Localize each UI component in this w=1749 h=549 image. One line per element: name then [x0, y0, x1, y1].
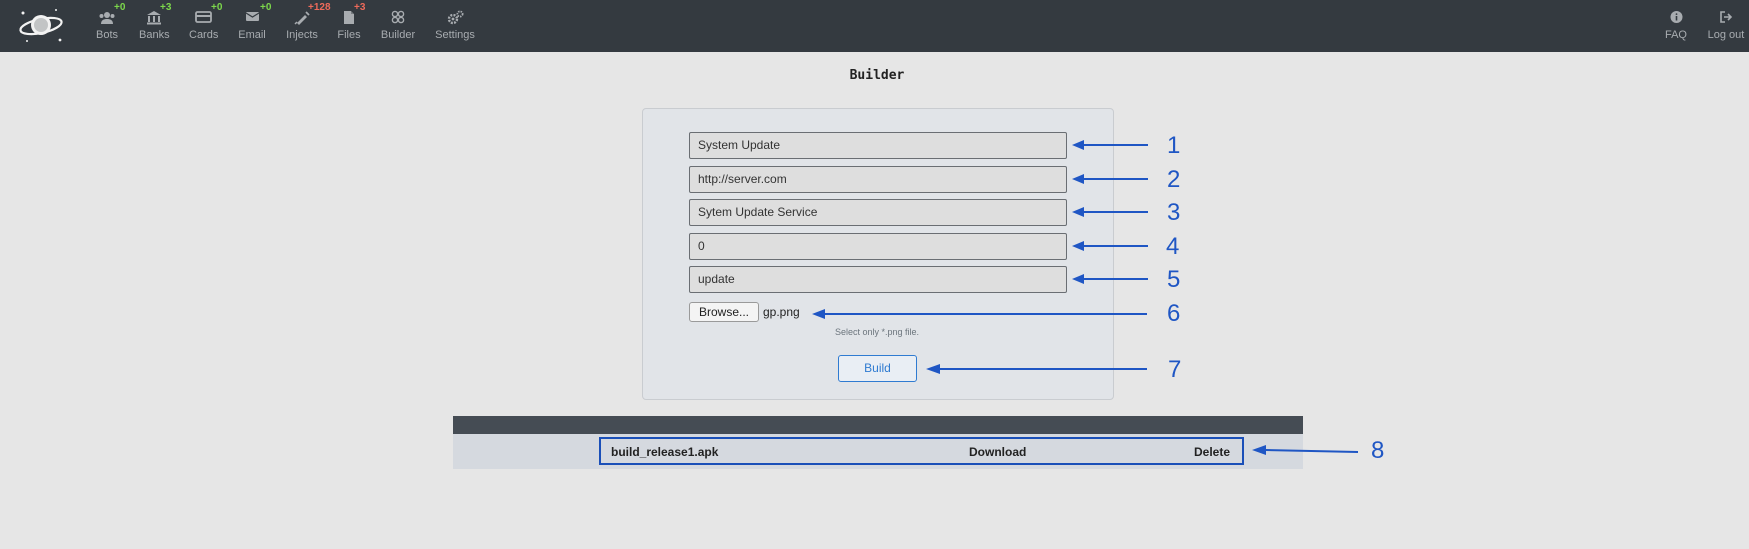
annotation-label-7: 7 — [1168, 356, 1182, 383]
app-name-field[interactable]: System Update — [689, 132, 1067, 159]
annotation-label-4: 4 — [1166, 233, 1180, 260]
users-icon: +0 — [94, 3, 125, 27]
credit-card-icon: +0 — [189, 3, 222, 27]
browse-button[interactable]: Browse... — [689, 302, 759, 322]
nav-email[interactable]: +0 Email — [238, 3, 271, 44]
nav-banks-badge: +3 — [160, 2, 172, 13]
nav-builder[interactable]: Builder — [380, 10, 416, 44]
builds-table-header — [453, 416, 1303, 434]
nav-banks[interactable]: +3 Banks — [139, 3, 171, 44]
nav-builder-label: Builder — [380, 29, 416, 41]
builder-icon — [380, 10, 416, 27]
cogs-icon — [435, 10, 475, 27]
nav-banks-label: Banks — [139, 29, 170, 41]
syringe-icon: +128 — [285, 3, 331, 27]
nav-email-badge: +0 — [260, 2, 272, 13]
selected-file-name: gp.png — [763, 305, 800, 319]
nav-files-label: Files — [337, 29, 361, 41]
service-name-field[interactable]: Sytem Update Service — [689, 199, 1067, 226]
sign-out-icon — [1707, 10, 1745, 27]
annotation-label-1: 1 — [1167, 132, 1181, 159]
tag-field[interactable]: update — [689, 266, 1067, 293]
nav-faq-label: FAQ — [1664, 29, 1687, 41]
nav-bots[interactable]: +0 Bots — [94, 3, 125, 44]
nav-cards-label: Cards — [189, 29, 219, 41]
annotation-label-6: 6 — [1167, 300, 1181, 327]
download-link[interactable]: Download — [969, 445, 1026, 459]
nav-email-label: Email — [238, 29, 266, 41]
nav-settings-label: Settings — [435, 29, 475, 41]
nav-injects-label: Injects — [286, 29, 318, 41]
nav-bots-badge: +0 — [114, 2, 126, 13]
nav-files[interactable]: +3 Files — [337, 3, 365, 44]
nav-settings[interactable]: Settings — [435, 10, 475, 44]
delete-link[interactable]: Delete — [1194, 445, 1230, 459]
envelope-icon: +0 — [238, 3, 271, 27]
top-navbar: +0 Bots +3 Banks +0 Cards +0 Email +128 … — [0, 0, 1749, 52]
planet-logo-icon[interactable] — [16, 4, 66, 46]
annotation-label-5: 5 — [1167, 266, 1181, 293]
bank-icon: +3 — [139, 3, 171, 27]
server-url-field[interactable]: http://server.com — [689, 166, 1067, 193]
annotation-label-8: 8 — [1371, 437, 1385, 464]
annotation-label-2: 2 — [1167, 166, 1181, 193]
nav-injects-badge: +128 — [308, 2, 331, 13]
nav-faq[interactable]: FAQ — [1664, 10, 1688, 44]
delay-field[interactable]: 0 — [689, 233, 1067, 260]
build-file-name: build_release1.apk — [611, 445, 719, 459]
nav-files-badge: +3 — [354, 2, 366, 13]
nav-injects[interactable]: +128 Injects — [285, 3, 331, 44]
nav-cards[interactable]: +0 Cards — [189, 3, 222, 44]
nav-bots-label: Bots — [95, 29, 118, 41]
page-title: Builder — [849, 68, 905, 83]
info-circle-icon — [1664, 10, 1688, 27]
file-hint: Select only *.png file. — [835, 327, 920, 337]
nav-logout[interactable]: Log out — [1707, 10, 1745, 44]
build-button[interactable]: Build — [838, 355, 917, 382]
annotation-label-3: 3 — [1167, 199, 1181, 226]
nav-logout-label: Log out — [1707, 29, 1745, 41]
file-icon: +3 — [337, 3, 365, 27]
nav-cards-badge: +0 — [211, 2, 223, 13]
